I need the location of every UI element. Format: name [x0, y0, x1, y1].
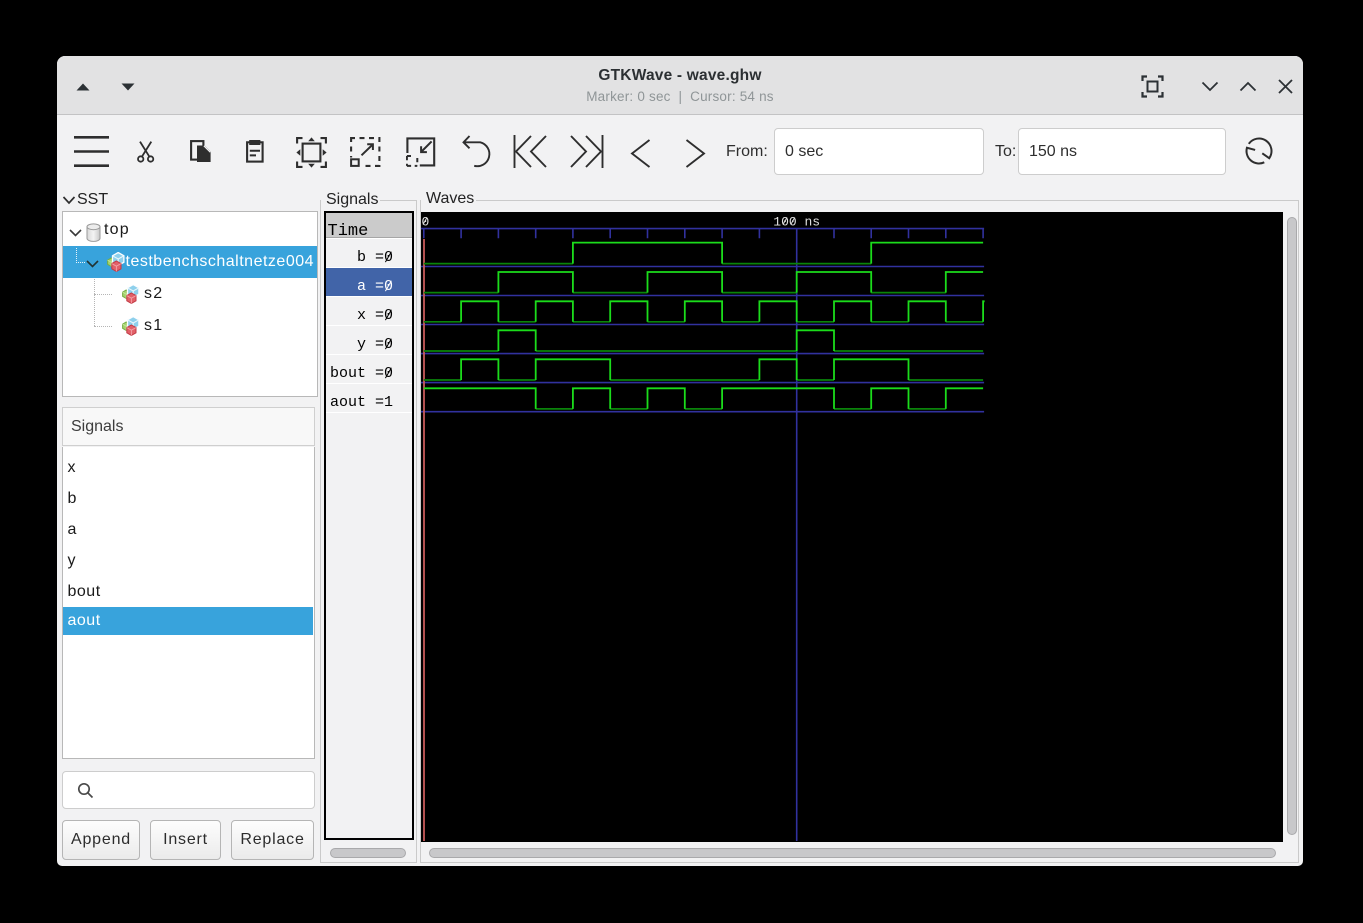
svg-text:100 ns: 100 ns	[773, 215, 820, 230]
svg-text:0: 0	[422, 215, 430, 230]
